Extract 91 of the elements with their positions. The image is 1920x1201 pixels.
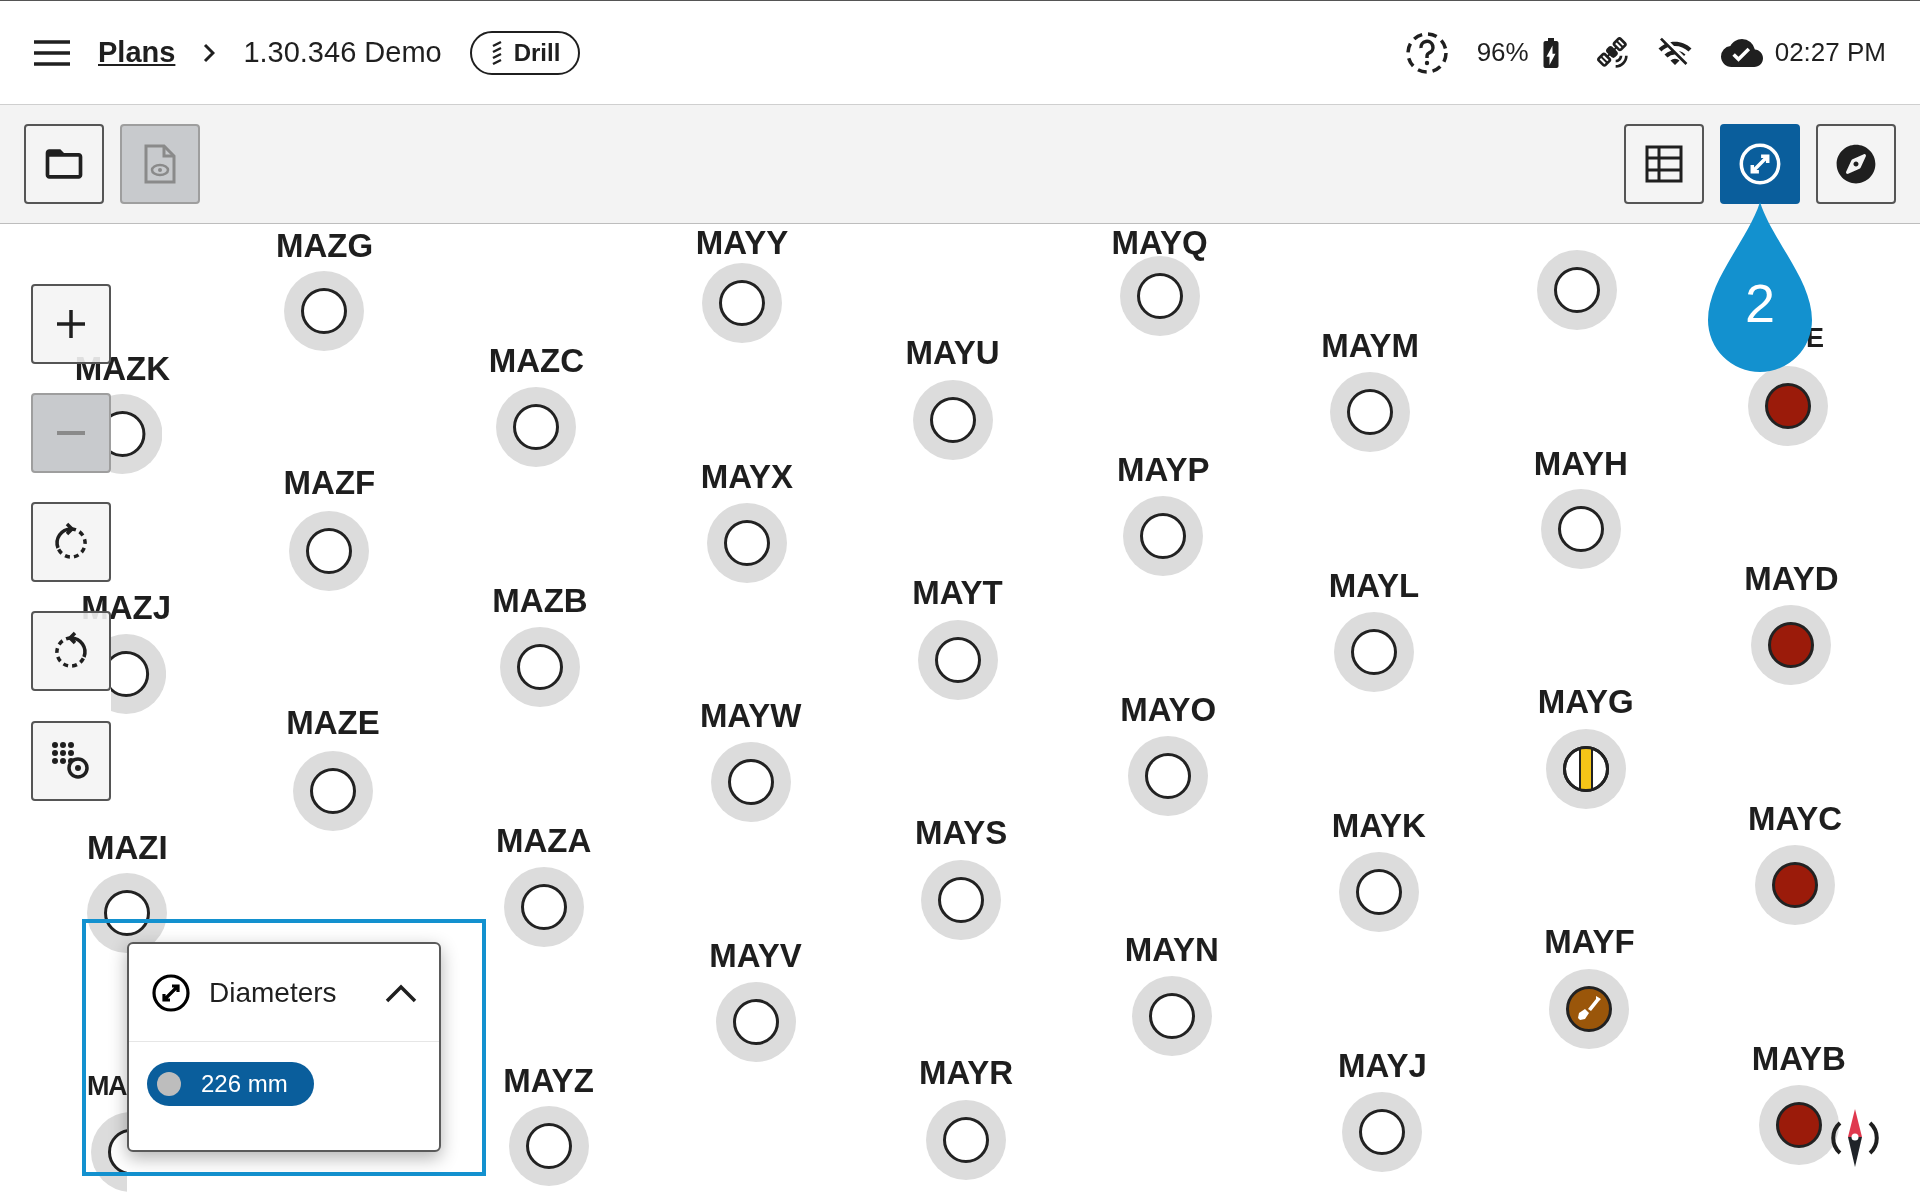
diameter-view-button[interactable]: [1720, 124, 1800, 204]
hole-marker-icon: [942, 1115, 991, 1164]
hole-marker-icon: [928, 395, 977, 444]
hole-label: MAYZ: [503, 1063, 594, 1097]
hole-label: MAYL: [1328, 568, 1420, 602]
hole-marker-icon: [731, 998, 780, 1047]
hole-label: MAZF: [283, 465, 376, 499]
hole-marker-icon: [1139, 512, 1188, 561]
hole-marker-icon: [718, 279, 767, 328]
hole-label: MAYO: [1120, 692, 1217, 726]
clock-time: 02:27 PM: [1774, 37, 1886, 68]
menu-icon[interactable]: [34, 39, 70, 66]
hole-marker-icon: [937, 875, 986, 924]
plans-link[interactable]: Plans: [98, 36, 176, 69]
hole-label: MAYP: [1117, 452, 1210, 486]
hole-label: MAYD: [1744, 561, 1839, 595]
satellite-icon: [1596, 36, 1629, 69]
hole-marker-icon: [512, 403, 561, 452]
hole-marker-icon: [519, 883, 568, 932]
hole-label: MAYV: [709, 938, 802, 972]
hole-marker-icon: [516, 643, 564, 692]
hole-label: MAYY: [695, 225, 789, 259]
diameter-chip[interactable]: 226 mm: [147, 1062, 314, 1106]
hole-label: MAZA: [496, 823, 592, 857]
hole-label: MAYS: [915, 815, 1008, 849]
hole-marker-icon: [309, 766, 358, 815]
hole-label: MAYU: [905, 335, 1000, 369]
drilled-hole-icon: [1774, 1101, 1823, 1150]
hole-marker-icon: [1144, 752, 1193, 801]
mode-chip: Drill: [469, 30, 581, 75]
hole-marker-icon: [722, 519, 771, 568]
hole-label: MA: [87, 1072, 126, 1100]
striped-hole-icon: [1561, 744, 1610, 793]
hole-marker-icon: [933, 635, 982, 684]
locate-button[interactable]: [31, 721, 111, 801]
hole-marker-icon: [1135, 272, 1184, 321]
hole-label: MAYF: [1544, 924, 1635, 958]
compass-view-button[interactable]: [1816, 124, 1896, 204]
hole-label: MAYH: [1533, 446, 1628, 480]
hole-label: MAZK: [74, 351, 171, 385]
hole-marker-icon: [1553, 265, 1602, 314]
hole-marker-icon: [1147, 992, 1196, 1041]
minus-icon: [56, 430, 86, 436]
drilled-hole-icon: [1771, 861, 1820, 910]
plus-icon: [54, 307, 88, 341]
hole-label: MAYJ: [1338, 1048, 1427, 1082]
shovel-icon: [1565, 984, 1614, 1033]
hole-marker-icon: [726, 758, 775, 807]
hole-label: MAYC: [1748, 801, 1843, 835]
help-icon[interactable]: [1404, 30, 1449, 75]
hole-label: MAYW: [699, 698, 802, 732]
drilled-hole-icon: [1767, 621, 1816, 670]
hole-label: MAYX: [700, 459, 794, 493]
hole-label: MAYN: [1124, 932, 1219, 966]
chevron-up-icon: [385, 982, 417, 1003]
hole-label: MAYK: [1331, 808, 1426, 842]
hole-marker-icon: [1556, 504, 1605, 553]
hole-label: MAYM: [1321, 328, 1420, 362]
hole-marker-icon: [305, 526, 354, 575]
hole-label: MAYB: [1751, 1041, 1846, 1075]
hole-label: MAZE: [286, 705, 380, 739]
dots-target-icon: [51, 741, 91, 781]
hole-label: MAZI: [87, 830, 168, 864]
hole-label: MAZC: [488, 343, 584, 377]
hole-marker-icon: [1358, 1108, 1407, 1157]
rotate-cw-button[interactable]: [31, 502, 111, 582]
table-icon: [1645, 145, 1683, 183]
hole-label: MAYR: [919, 1055, 1014, 1089]
compass-icon: [1836, 144, 1876, 184]
table-view-button[interactable]: [1624, 124, 1704, 204]
hole-marker-icon: [103, 889, 152, 938]
document-eye-icon: [142, 144, 178, 184]
hole-marker-icon: [1346, 388, 1395, 437]
hole-marker-icon: [524, 1121, 573, 1170]
hole-marker-icon: [1349, 628, 1398, 677]
diameter-icon: [1738, 142, 1782, 186]
open-folder-button[interactable]: [24, 124, 104, 204]
legend-header[interactable]: Diameters: [129, 944, 439, 1042]
plan-name: 1.30.346 Demo: [243, 36, 442, 69]
hole-marker-icon: [300, 286, 349, 335]
diameter-icon: [151, 972, 191, 1013]
hole-label: MAZJ: [81, 590, 172, 624]
hole-label: MAYG: [1537, 684, 1634, 718]
hole-label: MAYT: [912, 575, 1003, 609]
hole-label: MAYQ: [1111, 225, 1208, 259]
hole-label: MAZB: [492, 583, 588, 617]
hole-label: MAZG: [275, 228, 374, 262]
battery-percent: 96%: [1476, 37, 1529, 68]
chevron-right-icon: [203, 42, 216, 63]
drilled-hole-icon: [1763, 382, 1812, 431]
hole-marker-icon: [1354, 868, 1403, 917]
